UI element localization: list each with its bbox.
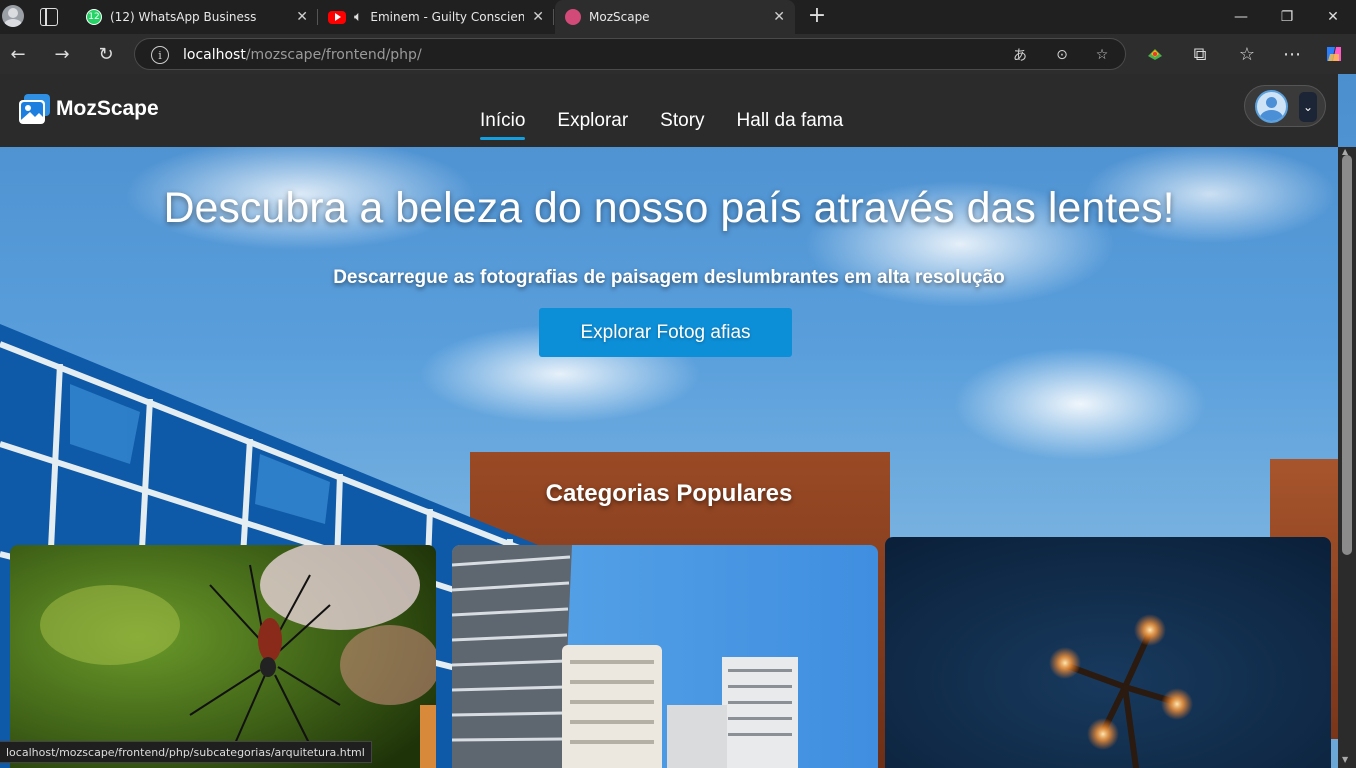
hero-subtitle: Descarregue as fotografias de paisagem d… — [333, 267, 1005, 288]
site-info-icon[interactable]: i — [151, 46, 169, 64]
hero-title: Descubra a beleza do nosso país através … — [163, 184, 1175, 232]
gallery-logo-icon — [19, 94, 50, 124]
brand-logo[interactable]: MozScape — [18, 92, 159, 126]
tab-title: MozScape — [589, 10, 650, 24]
status-bar-url: localhost/mozscape/frontend/php/subcateg… — [0, 741, 372, 763]
category-card-buildings[interactable] — [452, 545, 878, 768]
main-nav: Início Explorar Story Hall da fama — [480, 110, 843, 140]
close-window-icon[interactable]: ✕ — [1310, 0, 1356, 34]
user-menu[interactable]: ⌄ — [1244, 85, 1326, 127]
nav-hall-da-fama[interactable]: Hall da fama — [737, 110, 844, 140]
category-card-street-lamp[interactable] — [885, 537, 1331, 768]
explore-photos-button[interactable]: Explorar Fotog afias — [539, 308, 792, 357]
nav-explorar[interactable]: Explorar — [557, 110, 628, 140]
mozscape-icon — [565, 9, 581, 25]
settings-more-icon[interactable]: ⋯ — [1277, 39, 1307, 69]
extensions-puzzle-icon[interactable]: ⧉ — [1185, 39, 1215, 69]
chevron-down-icon[interactable]: ⌄ — [1299, 92, 1317, 122]
browser-toolbar: ← → ↻ i localhost/mozscape/frontend/php/… — [0, 34, 1356, 74]
url-text[interactable]: localhost/mozscape/frontend/php/ — [183, 47, 422, 63]
address-bar[interactable]: i localhost/mozscape/frontend/php/ あ ⊙ ☆ — [134, 38, 1126, 70]
extension-colorful-icon[interactable] — [1140, 39, 1170, 69]
nav-inicio[interactable]: Início — [480, 110, 526, 140]
more-options-circle-icon[interactable]: ⊙ — [1051, 44, 1073, 66]
tab-youtube[interactable]: 🔈︎ Eminem - Guilty Conscience ✕ — [318, 0, 554, 34]
tab-mozscape[interactable]: MozScape ✕ — [555, 0, 795, 34]
tab-actions-icon[interactable] — [40, 8, 58, 26]
new-tab-button[interactable]: + — [806, 4, 828, 28]
profile-avatar[interactable] — [2, 5, 24, 27]
forward-icon[interactable]: → — [47, 39, 77, 69]
reload-icon[interactable]: ↻ — [91, 39, 121, 69]
back-icon[interactable]: ← — [3, 39, 33, 69]
category-card-spider[interactable] — [10, 545, 436, 768]
nav-story[interactable]: Story — [660, 110, 704, 140]
favorite-star-icon[interactable]: ☆ — [1091, 44, 1113, 66]
copilot-icon[interactable] — [1319, 39, 1349, 69]
scroll-down-icon[interactable]: ▼ — [1342, 755, 1348, 764]
minimize-icon[interactable]: — — [1218, 0, 1264, 34]
tab-title: Eminem - Guilty Conscience — [370, 10, 525, 24]
tab-title: (12) WhatsApp Business — [110, 10, 257, 24]
favorites-icon[interactable]: ☆ — [1232, 39, 1262, 69]
site-navbar: MozScape Início Explorar Story Hall da f… — [0, 74, 1338, 147]
tab-whatsapp[interactable]: 12 (12) WhatsApp Business ✕ — [76, 0, 318, 34]
whatsapp-icon: 12 — [86, 9, 102, 25]
categories-title: Categorias Populares — [545, 480, 793, 507]
speaker-icon[interactable]: 🔈︎ — [354, 9, 362, 25]
close-icon[interactable]: ✕ — [296, 9, 308, 25]
close-icon[interactable]: ✕ — [773, 9, 785, 25]
scrollbar-thumb[interactable] — [1342, 155, 1352, 555]
page-scrollbar[interactable]: ▲ ▼ — [1338, 147, 1356, 768]
brand-name: MozScape — [56, 97, 159, 120]
translate-icon[interactable]: あ — [1009, 44, 1031, 66]
close-icon[interactable]: ✕ — [532, 9, 544, 25]
web-page: MozScape Início Explorar Story Hall da f… — [0, 74, 1356, 768]
restore-icon[interactable]: ❐ — [1264, 0, 1310, 34]
user-avatar-icon[interactable] — [1255, 90, 1288, 123]
tab-strip: 12 (12) WhatsApp Business ✕ 🔈︎ Eminem - … — [0, 0, 1356, 34]
youtube-icon — [328, 10, 346, 24]
